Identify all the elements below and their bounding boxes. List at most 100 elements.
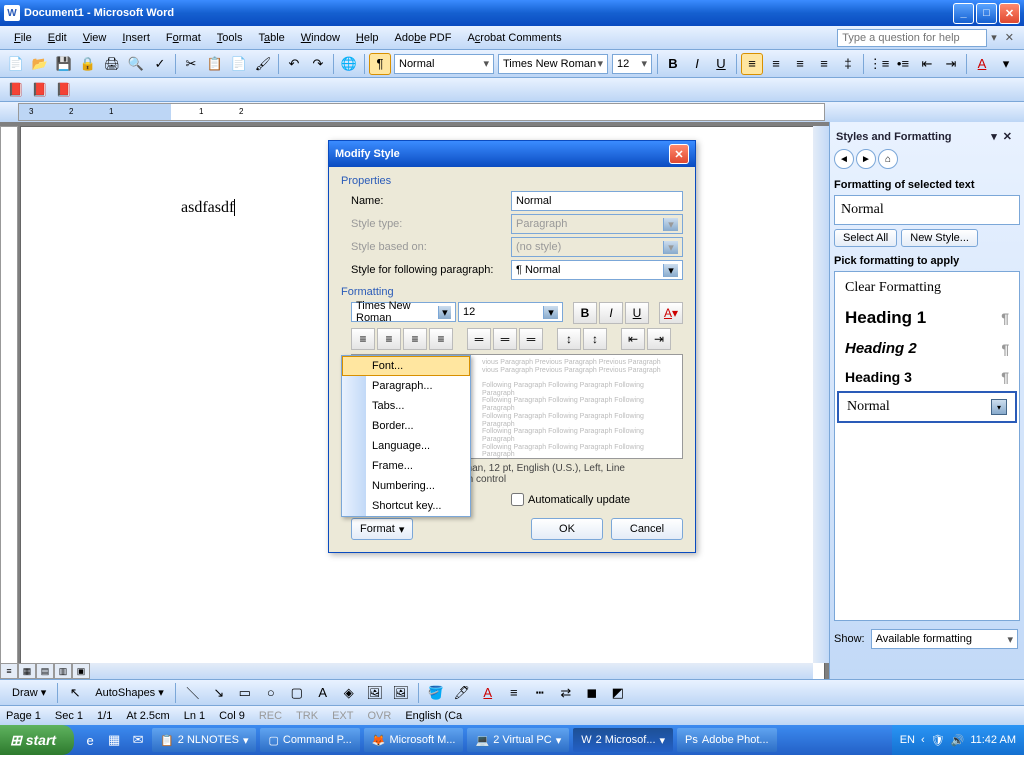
justify-icon[interactable]: ≡ (813, 53, 835, 75)
popup-border[interactable]: Border... (342, 416, 470, 436)
cut-icon[interactable]: ✂ (180, 53, 202, 75)
fmt-indent-inc-icon[interactable]: ⇥ (647, 328, 671, 350)
fmt-indent-dec-icon[interactable]: ⇤ (621, 328, 645, 350)
italic-icon[interactable]: I (686, 53, 708, 75)
paste-icon[interactable]: 📄 (228, 53, 250, 75)
cancel-button[interactable]: Cancel (611, 518, 683, 540)
format-menu-button[interactable]: Format ▾ (351, 518, 413, 540)
select-all-button[interactable]: Select All (834, 229, 897, 247)
style-heading-2[interactable]: Heading 2¶ (837, 334, 1017, 363)
popup-paragraph[interactable]: Paragraph... (342, 376, 470, 396)
nav-home-icon[interactable]: ⌂ (878, 149, 898, 169)
autoshapes-menu[interactable]: AutoShapes ▾ (89, 684, 170, 701)
minimize-button[interactable]: _ (953, 3, 974, 24)
style-heading-3[interactable]: Heading 3¶ (837, 363, 1017, 391)
shadow-icon[interactable]: ◼ (581, 682, 603, 704)
oval-icon[interactable]: ○ (260, 682, 282, 704)
font-selector[interactable]: Times New Roman▾ (498, 54, 608, 74)
format-painter-icon[interactable]: 🖌 (252, 53, 274, 75)
underline-icon[interactable]: U (710, 53, 732, 75)
fmt-font-select[interactable]: Times New Roman▾ (351, 302, 456, 322)
fmt-spacing1-icon[interactable]: ═ (467, 328, 491, 350)
pdf-convert-icon[interactable]: 📕 (5, 79, 27, 101)
nav-forward-icon[interactable]: ► (856, 149, 876, 169)
pdf-email-icon[interactable]: 📕 (29, 79, 51, 101)
menu-view[interactable]: View (75, 30, 115, 46)
new-style-button[interactable]: New Style... (901, 229, 978, 247)
wordart-icon[interactable]: A (312, 682, 334, 704)
auto-update-check[interactable] (511, 493, 524, 506)
line-style-icon[interactable]: ≡ (503, 682, 525, 704)
task-photoshop[interactable]: Ps Adobe Phot... (677, 728, 777, 752)
line-spacing-icon[interactable]: ‡ (837, 53, 859, 75)
print-preview-icon[interactable]: 🔍 (125, 53, 147, 75)
draw-menu[interactable]: Draw ▾ (6, 684, 52, 701)
quick-desktop-icon[interactable]: ▦ (103, 729, 125, 751)
fmt-align-left-icon[interactable]: ≡ (351, 328, 375, 350)
textbox-icon[interactable]: ▢ (286, 682, 308, 704)
style-heading-1[interactable]: Heading 1¶ (837, 302, 1017, 334)
status-ext[interactable]: EXT (332, 710, 353, 722)
status-rec[interactable]: REC (259, 710, 282, 722)
quick-mail-icon[interactable]: ✉ (127, 729, 149, 751)
task-command[interactable]: ▢ Command P... (260, 728, 359, 752)
bullets-icon[interactable]: •≡ (892, 53, 914, 75)
popup-shortcut[interactable]: Shortcut key... (342, 496, 470, 516)
task-word[interactable]: W 2 Microsof... ▾ (573, 728, 673, 752)
pdf-review-icon[interactable]: 📕 (53, 79, 75, 101)
help-search-input[interactable] (837, 29, 987, 47)
menu-edit[interactable]: Edit (40, 30, 75, 46)
tray-clock[interactable]: 11:42 AM (970, 734, 1016, 746)
menu-file[interactable]: File (6, 30, 40, 46)
status-ovr[interactable]: OVR (367, 710, 391, 722)
style-normal[interactable]: Normal▾ (837, 391, 1017, 423)
arrow-icon[interactable]: ↘ (208, 682, 230, 704)
fill-color-icon[interactable]: 🪣 (425, 682, 447, 704)
dialog-title-bar[interactable]: Modify Style ✕ (329, 141, 695, 167)
menu-tools[interactable]: Tools (209, 30, 251, 46)
fmt-align-center-icon[interactable]: ≡ (377, 328, 401, 350)
fmt-italic-icon[interactable]: I (599, 302, 623, 324)
align-center-icon[interactable]: ≡ (765, 53, 787, 75)
tray-language[interactable]: EN (900, 734, 915, 746)
arrow-style-icon[interactable]: ⇄ (555, 682, 577, 704)
select-objects-icon[interactable]: ↖ (64, 682, 86, 704)
following-para-select[interactable]: ¶ Normal▾ (511, 260, 683, 280)
align-right-icon[interactable]: ≡ (789, 53, 811, 75)
show-selector[interactable]: Available formatting▾ (871, 629, 1018, 649)
fmt-para-before-icon[interactable]: ↕ (557, 328, 581, 350)
popup-font[interactable]: Font... (342, 356, 470, 376)
fmt-align-right-icon[interactable]: ≡ (403, 328, 427, 350)
horizontal-scrollbar[interactable] (90, 663, 813, 679)
popup-numbering[interactable]: Numbering... (342, 476, 470, 496)
fmt-color-icon[interactable]: A▾ (659, 302, 683, 324)
quick-ie-icon[interactable]: e (79, 729, 101, 751)
style-normal-dropdown-icon[interactable]: ▾ (991, 399, 1007, 415)
taskpane-close-icon[interactable]: ✕ (997, 130, 1018, 143)
menu-format[interactable]: Format (158, 30, 209, 46)
print-view-icon[interactable]: ▤ (36, 663, 54, 679)
tray-icon2[interactable]: 🔊 (951, 734, 965, 747)
outline-view-icon[interactable]: ▥ (54, 663, 72, 679)
redo-icon[interactable]: ↷ (307, 53, 329, 75)
clipart-icon[interactable]: 🖼 (364, 682, 386, 704)
window-close-doc-icon[interactable]: ✕ (1001, 31, 1018, 44)
font-color-icon[interactable]: A (971, 53, 993, 75)
bold-icon[interactable]: B (662, 53, 684, 75)
task-nlnotes[interactable]: 📋 2 NLNOTES ▾ (152, 728, 256, 752)
fmt-size-select[interactable]: 12▾ (458, 302, 563, 322)
styles-pane-icon[interactable]: ¶ (369, 53, 391, 75)
copy-icon[interactable]: 📋 (204, 53, 226, 75)
vertical-ruler[interactable] (0, 126, 18, 679)
popup-frame[interactable]: Frame... (342, 456, 470, 476)
font-color-draw-icon[interactable]: A (477, 682, 499, 704)
close-button[interactable]: ✕ (999, 3, 1020, 24)
ok-button[interactable]: OK (531, 518, 603, 540)
increase-indent-icon[interactable]: ⇥ (940, 53, 962, 75)
line-color-icon[interactable]: 🖊 (451, 682, 473, 704)
new-doc-icon[interactable]: 📄 (5, 53, 27, 75)
auto-update-checkbox[interactable]: Automatically update (511, 493, 683, 506)
reading-view-icon[interactable]: ▣ (72, 663, 90, 679)
status-language[interactable]: English (Ca (405, 710, 462, 722)
task-firefox[interactable]: 🦊 Microsoft M... (364, 728, 464, 752)
